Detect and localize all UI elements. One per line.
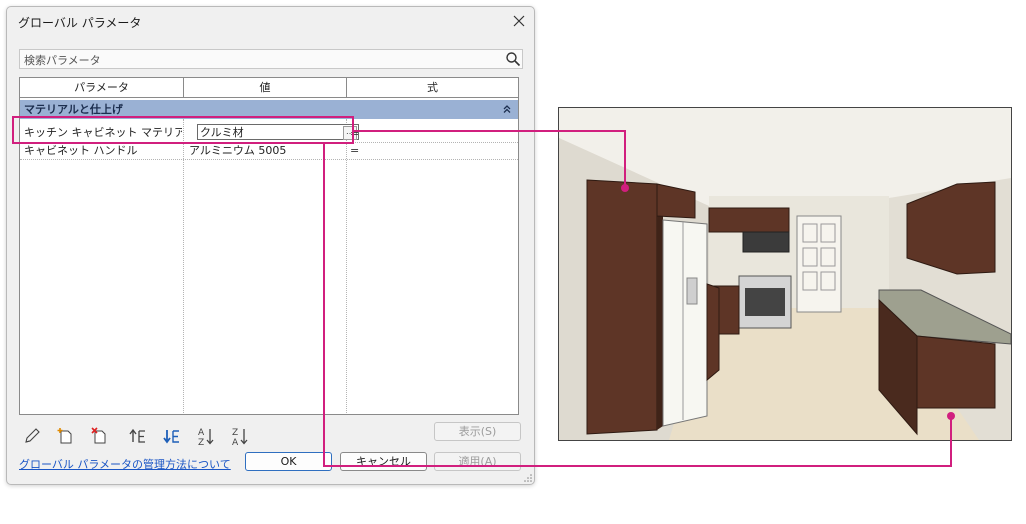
kitchen-render-illustration bbox=[559, 108, 1011, 440]
row-1-name: キッチン キャビネット マテリアル bbox=[24, 126, 182, 139]
ok-button[interactable]: OK bbox=[245, 452, 332, 471]
column-divider bbox=[346, 119, 347, 413]
row-2-value[interactable]: アルミニウム 5005 bbox=[189, 142, 339, 159]
row-1-value: クルミ材 bbox=[200, 126, 244, 139]
row-1-formula[interactable]: = bbox=[350, 127, 359, 140]
help-link[interactable]: グローバル パラメータの管理方法について bbox=[19, 456, 231, 472]
row-2-formula[interactable]: = bbox=[350, 144, 359, 157]
group-label: マテリアルと仕上げ bbox=[24, 103, 123, 116]
move-up-icon[interactable] bbox=[127, 425, 149, 447]
column-header-parameter[interactable]: パラメータ bbox=[20, 78, 184, 98]
close-icon[interactable] bbox=[511, 13, 527, 29]
show-button[interactable]: 表示(S) bbox=[434, 422, 521, 441]
column-divider bbox=[183, 119, 184, 413]
pencil-edit-icon[interactable] bbox=[21, 425, 43, 447]
parameter-table: パラメータ 値 式 マテリアルと仕上げ キッチン キャビネット マテリアル クル… bbox=[19, 77, 519, 415]
column-header-value[interactable]: 値 bbox=[184, 78, 347, 98]
sort-descending-icon[interactable]: Z A bbox=[229, 425, 251, 447]
row-2-name: キャビネット ハンドル bbox=[24, 144, 138, 157]
move-down-icon[interactable] bbox=[161, 425, 183, 447]
search-placeholder: 検索パラメータ bbox=[24, 54, 101, 67]
resize-grip-icon[interactable] bbox=[524, 474, 532, 482]
svg-text:A: A bbox=[232, 438, 239, 447]
delete-parameter-icon[interactable] bbox=[89, 425, 111, 447]
apply-button[interactable]: 適用(A) bbox=[434, 452, 521, 471]
svg-text:Z: Z bbox=[232, 428, 238, 438]
group-header-materials[interactable]: マテリアルと仕上げ bbox=[20, 100, 518, 119]
global-parameters-dialog: グローバル パラメータ 検索パラメータ パラメータ 値 式 マテリアルと仕上げ … bbox=[6, 6, 535, 485]
row-divider bbox=[20, 159, 518, 160]
kitchen-render-image bbox=[558, 107, 1012, 441]
sort-ascending-icon[interactable]: A Z bbox=[195, 425, 217, 447]
column-header-formula[interactable]: 式 bbox=[347, 78, 518, 98]
cancel-button[interactable]: キャンセル bbox=[340, 452, 427, 471]
row-1-value-input[interactable]: クルミ材 … bbox=[197, 124, 359, 140]
new-parameter-icon[interactable] bbox=[55, 425, 77, 447]
collapse-chevron-icon[interactable] bbox=[502, 104, 512, 114]
search-icon[interactable] bbox=[505, 51, 521, 67]
svg-text:A: A bbox=[198, 428, 205, 438]
dialog-title: グローバル パラメータ bbox=[18, 16, 142, 30]
svg-text:Z: Z bbox=[198, 438, 204, 447]
search-field[interactable]: 検索パラメータ bbox=[19, 49, 523, 69]
